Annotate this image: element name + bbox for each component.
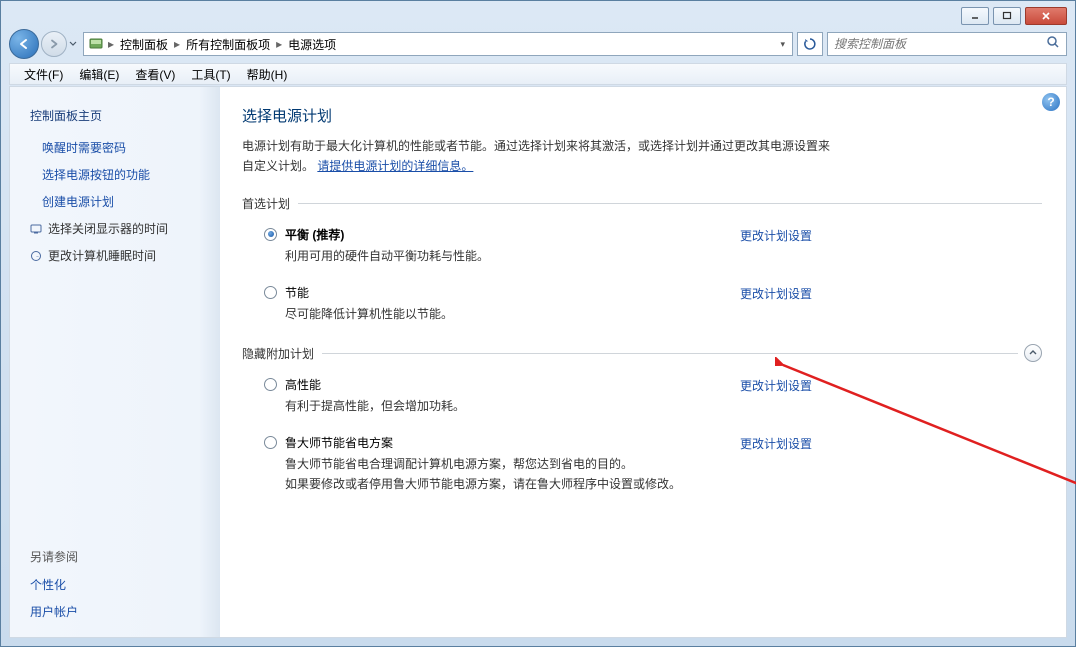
crumb-arrow-icon[interactable]: ▸ [172,37,182,51]
menu-bar: 文件(F) 编辑(E) 查看(V) 工具(T) 帮助(H) [9,63,1067,85]
page-title: 选择电源计划 [242,105,1042,126]
change-plan-settings-link[interactable]: 更改计划设置 [740,226,812,244]
search-box[interactable] [827,32,1067,56]
change-plan-settings-link[interactable]: 更改计划设置 [740,376,812,394]
sidebar-require-password[interactable]: 唤醒时需要密码 [10,134,220,161]
power-plan-row: 鲁大师节能省电方案鲁大师节能省电合理调配计算机电源方案，帮您达到省电的目的。 如… [242,430,812,507]
section-hidden-plans: 隐藏附加计划 [242,345,314,362]
plan-name[interactable]: 高性能 [285,376,728,393]
main-content: ? 选择电源计划 电源计划有助于最大化计算机的性能或者节能。通过选择计划来将其激… [220,87,1066,637]
menu-tools[interactable]: 工具(T) [183,66,238,83]
breadcrumb-current[interactable]: 电源选项 [284,36,340,53]
menu-file[interactable]: 文件(F) [16,66,71,83]
sleep-icon [30,250,42,262]
sidebar-see-also: 另请参阅 [10,542,220,571]
plan-radio[interactable] [264,436,277,449]
close-button[interactable] [1025,7,1067,25]
power-plan-row: 平衡 (推荐) 利用可用的硬件自动平衡功耗与性能。更改计划设置 [242,222,812,280]
menu-view[interactable]: 查看(V) [127,66,183,83]
sidebar-create-plan[interactable]: 创建电源计划 [10,188,220,215]
sidebar-home[interactable]: 控制面板主页 [10,103,220,134]
detailed-info-link[interactable]: 请提供电源计划的详细信息。 [317,159,473,173]
sidebar-power-button[interactable]: 选择电源按钮的功能 [10,161,220,188]
sidebar-item-label: 更改计算机睡眠时间 [48,247,156,264]
refresh-button[interactable] [797,32,823,56]
plan-name[interactable]: 节能 [285,284,728,301]
plan-radio[interactable] [264,228,277,241]
address-dropdown[interactable]: ▾ [777,39,788,50]
sidebar-personalization[interactable]: 个性化 [10,571,220,598]
maximize-button[interactable] [993,7,1021,25]
nav-history-dropdown[interactable] [67,31,79,57]
menu-edit[interactable]: 编辑(E) [71,66,127,83]
sidebar-item-label: 选择关闭显示器的时间 [48,220,168,237]
plan-description: 鲁大师节能省电合理调配计算机电源方案，帮您达到省电的目的。 如果要修改或者停用鲁… [285,455,728,493]
display-icon [30,223,42,235]
search-icon[interactable] [1046,35,1060,54]
breadcrumb-all-items[interactable]: 所有控制面板项 [182,36,274,53]
plan-description: 尽可能降低计算机性能以节能。 [285,305,728,324]
page-description: 电源计划有助于最大化计算机的性能或者节能。通过选择计划来将其激活，或选择计划并通… [242,136,832,177]
plan-name[interactable]: 平衡 (推荐) [285,226,728,243]
plan-description: 有利于提高性能，但会增加功耗。 [285,397,728,416]
help-icon[interactable]: ? [1042,93,1060,111]
plan-description: 利用可用的硬件自动平衡功耗与性能。 [285,247,728,266]
nav-forward-button[interactable] [41,31,67,57]
sidebar-turn-off-display[interactable]: 选择关闭显示器的时间 [10,215,220,242]
power-plan-row: 高性能有利于提高性能，但会增加功耗。更改计划设置 [242,372,812,430]
menu-help[interactable]: 帮助(H) [239,66,296,83]
crumb-arrow-icon[interactable]: ▸ [274,37,284,51]
sidebar-user-accounts[interactable]: 用户帐户 [10,598,220,625]
section-preferred-plans: 首选计划 [242,195,290,212]
sidebar-sleep-time[interactable]: 更改计算机睡眠时间 [10,242,220,269]
breadcrumb-root[interactable]: 控制面板 [116,36,172,53]
collapse-hidden-plans-button[interactable] [1024,344,1042,362]
sidebar: 控制面板主页 唤醒时需要密码 选择电源按钮的功能 创建电源计划 选择关闭显示器的… [10,87,220,637]
address-bar[interactable]: ▸ 控制面板 ▸ 所有控制面板项 ▸ 电源选项 ▾ [83,32,793,56]
change-plan-settings-link[interactable]: 更改计划设置 [740,284,812,302]
control-panel-icon [88,36,104,52]
power-plan-row: 节能尽可能降低计算机性能以节能。更改计划设置 [242,280,812,338]
crumb-arrow-icon[interactable]: ▸ [106,37,116,51]
minimize-button[interactable] [961,7,989,25]
nav-back-button[interactable] [9,29,39,59]
plan-radio[interactable] [264,378,277,391]
change-plan-settings-link[interactable]: 更改计划设置 [740,434,812,452]
search-input[interactable] [834,37,1046,51]
plan-name[interactable]: 鲁大师节能省电方案 [285,434,728,451]
plan-radio[interactable] [264,286,277,299]
